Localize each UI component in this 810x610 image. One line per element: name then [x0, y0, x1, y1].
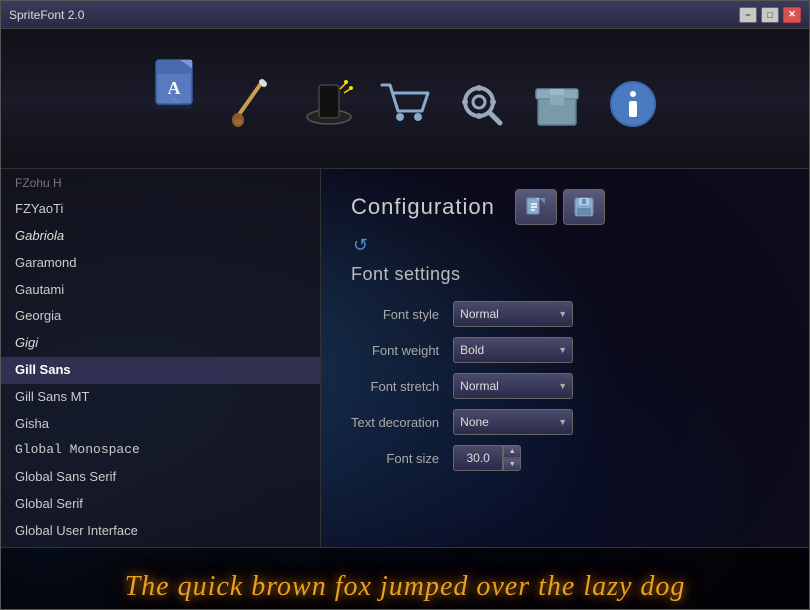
font-size-label: Font size: [351, 451, 439, 466]
preview-area: The quick brown fox jumped over the lazy…: [1, 547, 809, 609]
font-list-item[interactable]: Georgia: [1, 303, 320, 330]
config-header: Configuration: [351, 189, 779, 225]
brush-icon: [225, 76, 281, 132]
font-list-item[interactable]: FZohu H: [1, 171, 320, 196]
font-size-spinner: 30.0 ▲ ▼: [453, 445, 521, 471]
font-list-item[interactable]: Gabriola: [1, 223, 320, 250]
config-subtitle-icon: ↺: [353, 235, 779, 256]
font-list-item[interactable]: Global Serif: [1, 491, 320, 518]
import-button[interactable]: [515, 189, 557, 225]
text-decoration-select[interactable]: None Underline Strikethrough Overline: [453, 409, 573, 435]
font-list-item[interactable]: Gautami: [1, 277, 320, 304]
font-stretch-control: Condensed Normal Expanded: [453, 373, 779, 399]
toolbar-info-icon[interactable]: [605, 76, 661, 132]
font-stretch-dropdown-wrapper: Condensed Normal Expanded: [453, 373, 573, 399]
font-list-item[interactable]: Gill Sans: [1, 357, 320, 384]
toolbar-gear-icon[interactable]: [453, 76, 509, 132]
font-list-item[interactable]: Global User Interface: [1, 518, 320, 545]
font-list-panel: FZohu HFZYaoTiGabriolaGaramondGautamiGeo…: [1, 169, 321, 547]
font-weight-dropdown-wrapper: Thin Light Normal Bold Extra Bold: [453, 337, 573, 363]
toolbar-magic-icon[interactable]: [301, 76, 357, 132]
cart-icon: [377, 76, 433, 132]
font-size-up-button[interactable]: ▲: [503, 445, 521, 458]
text-decoration-control: None Underline Strikethrough Overline: [453, 409, 779, 435]
window-title: SpriteFont 2.0: [9, 8, 84, 22]
text-decoration-dropdown-wrapper: None Underline Strikethrough Overline: [453, 409, 573, 435]
config-title: Configuration: [351, 194, 495, 220]
font-list-item[interactable]: Gisha: [1, 411, 320, 438]
font-list-item[interactable]: Global Sans Serif: [1, 464, 320, 491]
font-style-label: Font style: [351, 307, 439, 322]
config-panel: Configuration: [321, 169, 809, 547]
font-list-item[interactable]: Garamond: [1, 250, 320, 277]
font-stretch-select[interactable]: Condensed Normal Expanded: [453, 373, 573, 399]
close-button[interactable]: ✕: [783, 7, 801, 23]
body-area: FZohu HFZYaoTiGabriolaGaramondGautamiGeo…: [1, 169, 809, 547]
font-weight-select[interactable]: Thin Light Normal Bold Extra Bold: [453, 337, 573, 363]
title-bar: SpriteFont 2.0 − □ ✕: [1, 1, 809, 29]
font-size-control: 30.0 ▲ ▼: [453, 445, 779, 471]
preview-text: The quick brown fox jumped over the lazy…: [125, 571, 686, 603]
font-style-control: Normal Italic Oblique: [453, 301, 779, 327]
font-weight-label: Font weight: [351, 343, 439, 358]
box-icon: [529, 76, 585, 132]
maximize-button[interactable]: □: [761, 7, 779, 23]
magic-hat-icon: [301, 76, 357, 132]
toolbar-cart-icon[interactable]: [377, 76, 433, 132]
save-button[interactable]: [563, 189, 605, 225]
minimize-button[interactable]: −: [739, 7, 757, 23]
main-window: SpriteFont 2.0 − □ ✕ A: [0, 0, 810, 610]
window-controls: − □ ✕: [739, 7, 801, 23]
font-size-down-button[interactable]: ▼: [503, 458, 521, 471]
toolbar-font-icon[interactable]: A A: [149, 56, 205, 132]
font-size-value: 30.0: [453, 445, 503, 471]
font-style-dropdown-wrapper: Normal Italic Oblique: [453, 301, 573, 327]
toolbar-brush-icon[interactable]: [225, 76, 281, 132]
font-list-item[interactable]: Global Monospace: [1, 437, 320, 464]
svg-text:A: A: [167, 96, 181, 106]
toolbar-box-icon[interactable]: [529, 76, 585, 132]
info-icon: [605, 76, 661, 132]
font-list-item[interactable]: Gigi: [1, 330, 320, 357]
gear-icon: [453, 76, 509, 132]
font-list-item[interactable]: Gill Sans MT: [1, 384, 320, 411]
text-decoration-label: Text decoration: [351, 415, 439, 430]
settings-grid: Font style Normal Italic Oblique Font we…: [351, 301, 779, 471]
font-weight-control: Thin Light Normal Bold Extra Bold: [453, 337, 779, 363]
config-action-buttons: [515, 189, 605, 225]
font-list-item[interactable]: FZYaoTi: [1, 196, 320, 223]
font-settings-title: Font settings: [351, 264, 779, 285]
main-content: A A: [1, 29, 809, 609]
font-style-select[interactable]: Normal Italic Oblique: [453, 301, 573, 327]
font-list-scroll[interactable]: FZohu HFZYaoTiGabriolaGaramondGautamiGeo…: [1, 169, 320, 547]
font-size-spinners: ▲ ▼: [503, 445, 521, 471]
toolbar: A A: [1, 29, 809, 169]
font-stretch-label: Font stretch: [351, 379, 439, 394]
toolbar-icons: A A: [149, 56, 661, 142]
font-icon-reflection: A: [149, 102, 205, 112]
